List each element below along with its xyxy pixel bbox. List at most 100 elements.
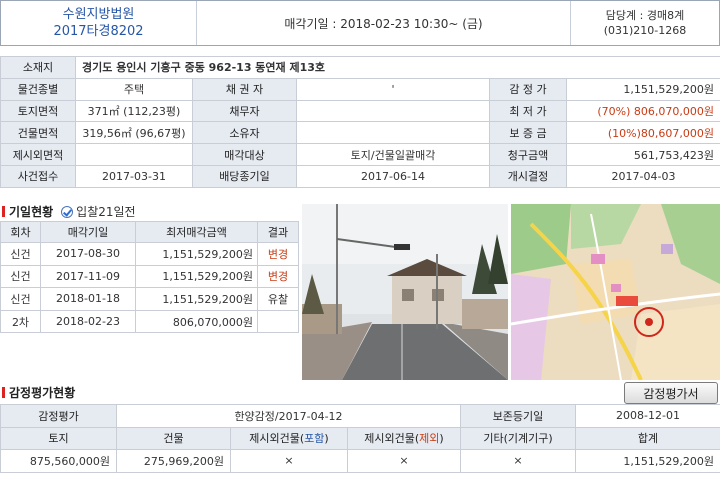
dept-phone: (031)210-1268 (603, 24, 687, 37)
deposit-value: (10%)80,607,000원 (565, 121, 720, 145)
building-area-label: 건물면적 (0, 121, 76, 145)
map-image (511, 204, 720, 380)
col-other: 기타(기계기구) (460, 426, 576, 451)
dividend-deadline-value: 2017-06-14 (296, 164, 490, 188)
address-label: 소재지 (0, 56, 76, 79)
history-date: 2018-02-23 (40, 309, 136, 334)
land-area-value: 371㎡ (112,23평) (75, 99, 193, 123)
col-result: 결과 (257, 221, 299, 243)
history-round: 신건 (0, 287, 41, 311)
appraisal-report-button[interactable]: 감정평가서 (624, 382, 718, 404)
history-table: 회차 매각기일 최저매각금액 결과 신건 2017-08-30 1,151,529,… (0, 221, 299, 334)
building-value: 275,969,200원 (116, 449, 231, 473)
address-value: 경기도 용인시 기흥구 중동 962-13 동연재 제13호 (74, 56, 720, 79)
col-land: 토지 (0, 426, 117, 451)
history-round: 신건 (0, 264, 41, 289)
case-header: 수원지방법원 2017타경8202 매각기일 : 2018-02-23 10:3… (0, 0, 720, 46)
history-amount: 806,070,000원 (135, 309, 258, 334)
receipt-label: 사건접수 (0, 164, 76, 188)
case-number: 2017타경8202 (53, 24, 144, 39)
case-info-table: 소재지 경기도 용인시 기흥구 중동 962-13 동연재 제13호 물건종별 … (0, 56, 720, 188)
history-amount: 1,151,529,200원 (135, 242, 258, 266)
preservation-date-label: 보존등기일 (460, 404, 576, 428)
col-amount: 최저매각금액 (135, 221, 258, 243)
dept-info: 담당계 : 경매8계 (031)210-1268 (571, 1, 719, 45)
col-excl-prefix: 제시외건물( (364, 432, 420, 446)
history-date: 2017-11-09 (40, 264, 136, 289)
deposit-label: 보 증 금 (489, 121, 567, 145)
history-date: 2017-08-30 (40, 242, 136, 266)
court-info: 수원지방법원 2017타경8202 (1, 1, 197, 45)
excluded-excluded-value: × (347, 449, 461, 473)
history-round: 2차 (0, 309, 41, 334)
location-map[interactable] (511, 204, 720, 380)
appraisal-value: 1,151,529,200원 (565, 77, 720, 101)
history-section-title: 기일현황 입찰21일전 (2, 203, 136, 220)
excluded-text: 제외 (419, 432, 440, 446)
col-excl-suffix: ) (439, 432, 444, 446)
appraisal-table: 감정평가 한양감정/2017-04-12 보존등기일 2008-12-01 토지… (0, 404, 720, 473)
history-result: 변경 (257, 242, 299, 266)
history-result (257, 309, 299, 334)
total-value: 1,151,529,200원 (575, 449, 720, 473)
appraisal-label: 감 정 가 (489, 77, 567, 101)
history-amount: 1,151,529,200원 (135, 287, 258, 311)
included-text: 포함 (304, 432, 325, 446)
debtor-value (296, 99, 490, 123)
history-round: 신건 (0, 242, 41, 266)
history-amount: 1,151,529,200원 (135, 264, 258, 289)
history-result: 유찰 (257, 287, 299, 311)
col-total: 합계 (575, 426, 720, 451)
history-row: 신건 2017-08-30 1,151,529,200원 변경 (0, 242, 299, 266)
section-marker-icon (2, 206, 5, 217)
history-row: 신건 2017-11-09 1,151,529,200원 변경 (0, 264, 299, 289)
sale-target-value: 토지/건물일괄매각 (296, 143, 490, 166)
street-photo-image (302, 204, 508, 380)
min-price-value: (70%) 806,070,000원 (565, 99, 720, 123)
claim-value: 561,753,423원 (565, 143, 720, 166)
appraisal-org-label: 감정평가 (0, 404, 117, 428)
type-label: 물건종별 (0, 77, 76, 101)
start-decision-value: 2017-04-03 (565, 164, 720, 188)
creditor-value: ' (296, 77, 490, 101)
start-decision-label: 개시결정 (489, 164, 567, 188)
excluded-included-value: × (230, 449, 348, 473)
other-value: × (460, 449, 576, 473)
check-circle-icon (61, 205, 74, 218)
days-left-text: 입찰21일전 (76, 205, 136, 219)
court-name: 수원지방법원 (62, 7, 135, 22)
history-title: 기일현황 (9, 205, 54, 219)
dividend-deadline-label: 배당종기일 (192, 164, 297, 188)
col-excl-prefix: 제시외건물( (249, 432, 305, 446)
appraisal-org-value: 한양감정/2017-04-12 (116, 404, 461, 428)
dept-name: 담당계 : 경매8계 (605, 9, 685, 22)
land-area-label: 토지면적 (0, 99, 76, 123)
excluded-area-label: 제시외면적 (0, 143, 76, 166)
appraisal-title: 감정평가현황 (9, 386, 76, 400)
days-left-badge: 입찰21일전 (61, 203, 136, 220)
owner-value (296, 121, 490, 145)
min-price-label: 최 저 가 (489, 99, 567, 123)
section-marker-icon (2, 387, 5, 398)
sale-date: 매각기일 : 2018-02-23 10:30~ (금) (197, 1, 571, 45)
appraisal-section-title: 감정평가현황 (2, 384, 75, 401)
property-photo[interactable] (302, 204, 508, 380)
history-row: 2차 2018-02-23 806,070,000원 (0, 309, 299, 334)
col-round: 회차 (0, 221, 41, 243)
excluded-area-value (75, 143, 193, 166)
claim-label: 청구금액 (489, 143, 567, 166)
preservation-date-value: 2008-12-01 (575, 404, 720, 428)
owner-label: 소유자 (192, 121, 297, 145)
history-result: 변경 (257, 264, 299, 289)
receipt-value: 2017-03-31 (75, 164, 193, 188)
col-date: 매각기일 (40, 221, 136, 243)
col-building: 건물 (116, 426, 231, 451)
col-excluded-excluded: 제시외건물(제외) (347, 426, 461, 451)
history-date: 2018-01-18 (40, 287, 136, 311)
sale-target-label: 매각대상 (192, 143, 297, 166)
history-row: 신건 2018-01-18 1,151,529,200원 유찰 (0, 287, 299, 311)
land-value: 875,560,000원 (0, 449, 117, 473)
debtor-label: 채무자 (192, 99, 297, 123)
col-excluded-included: 제시외건물(포함) (230, 426, 348, 451)
type-value: 주택 (75, 77, 193, 101)
